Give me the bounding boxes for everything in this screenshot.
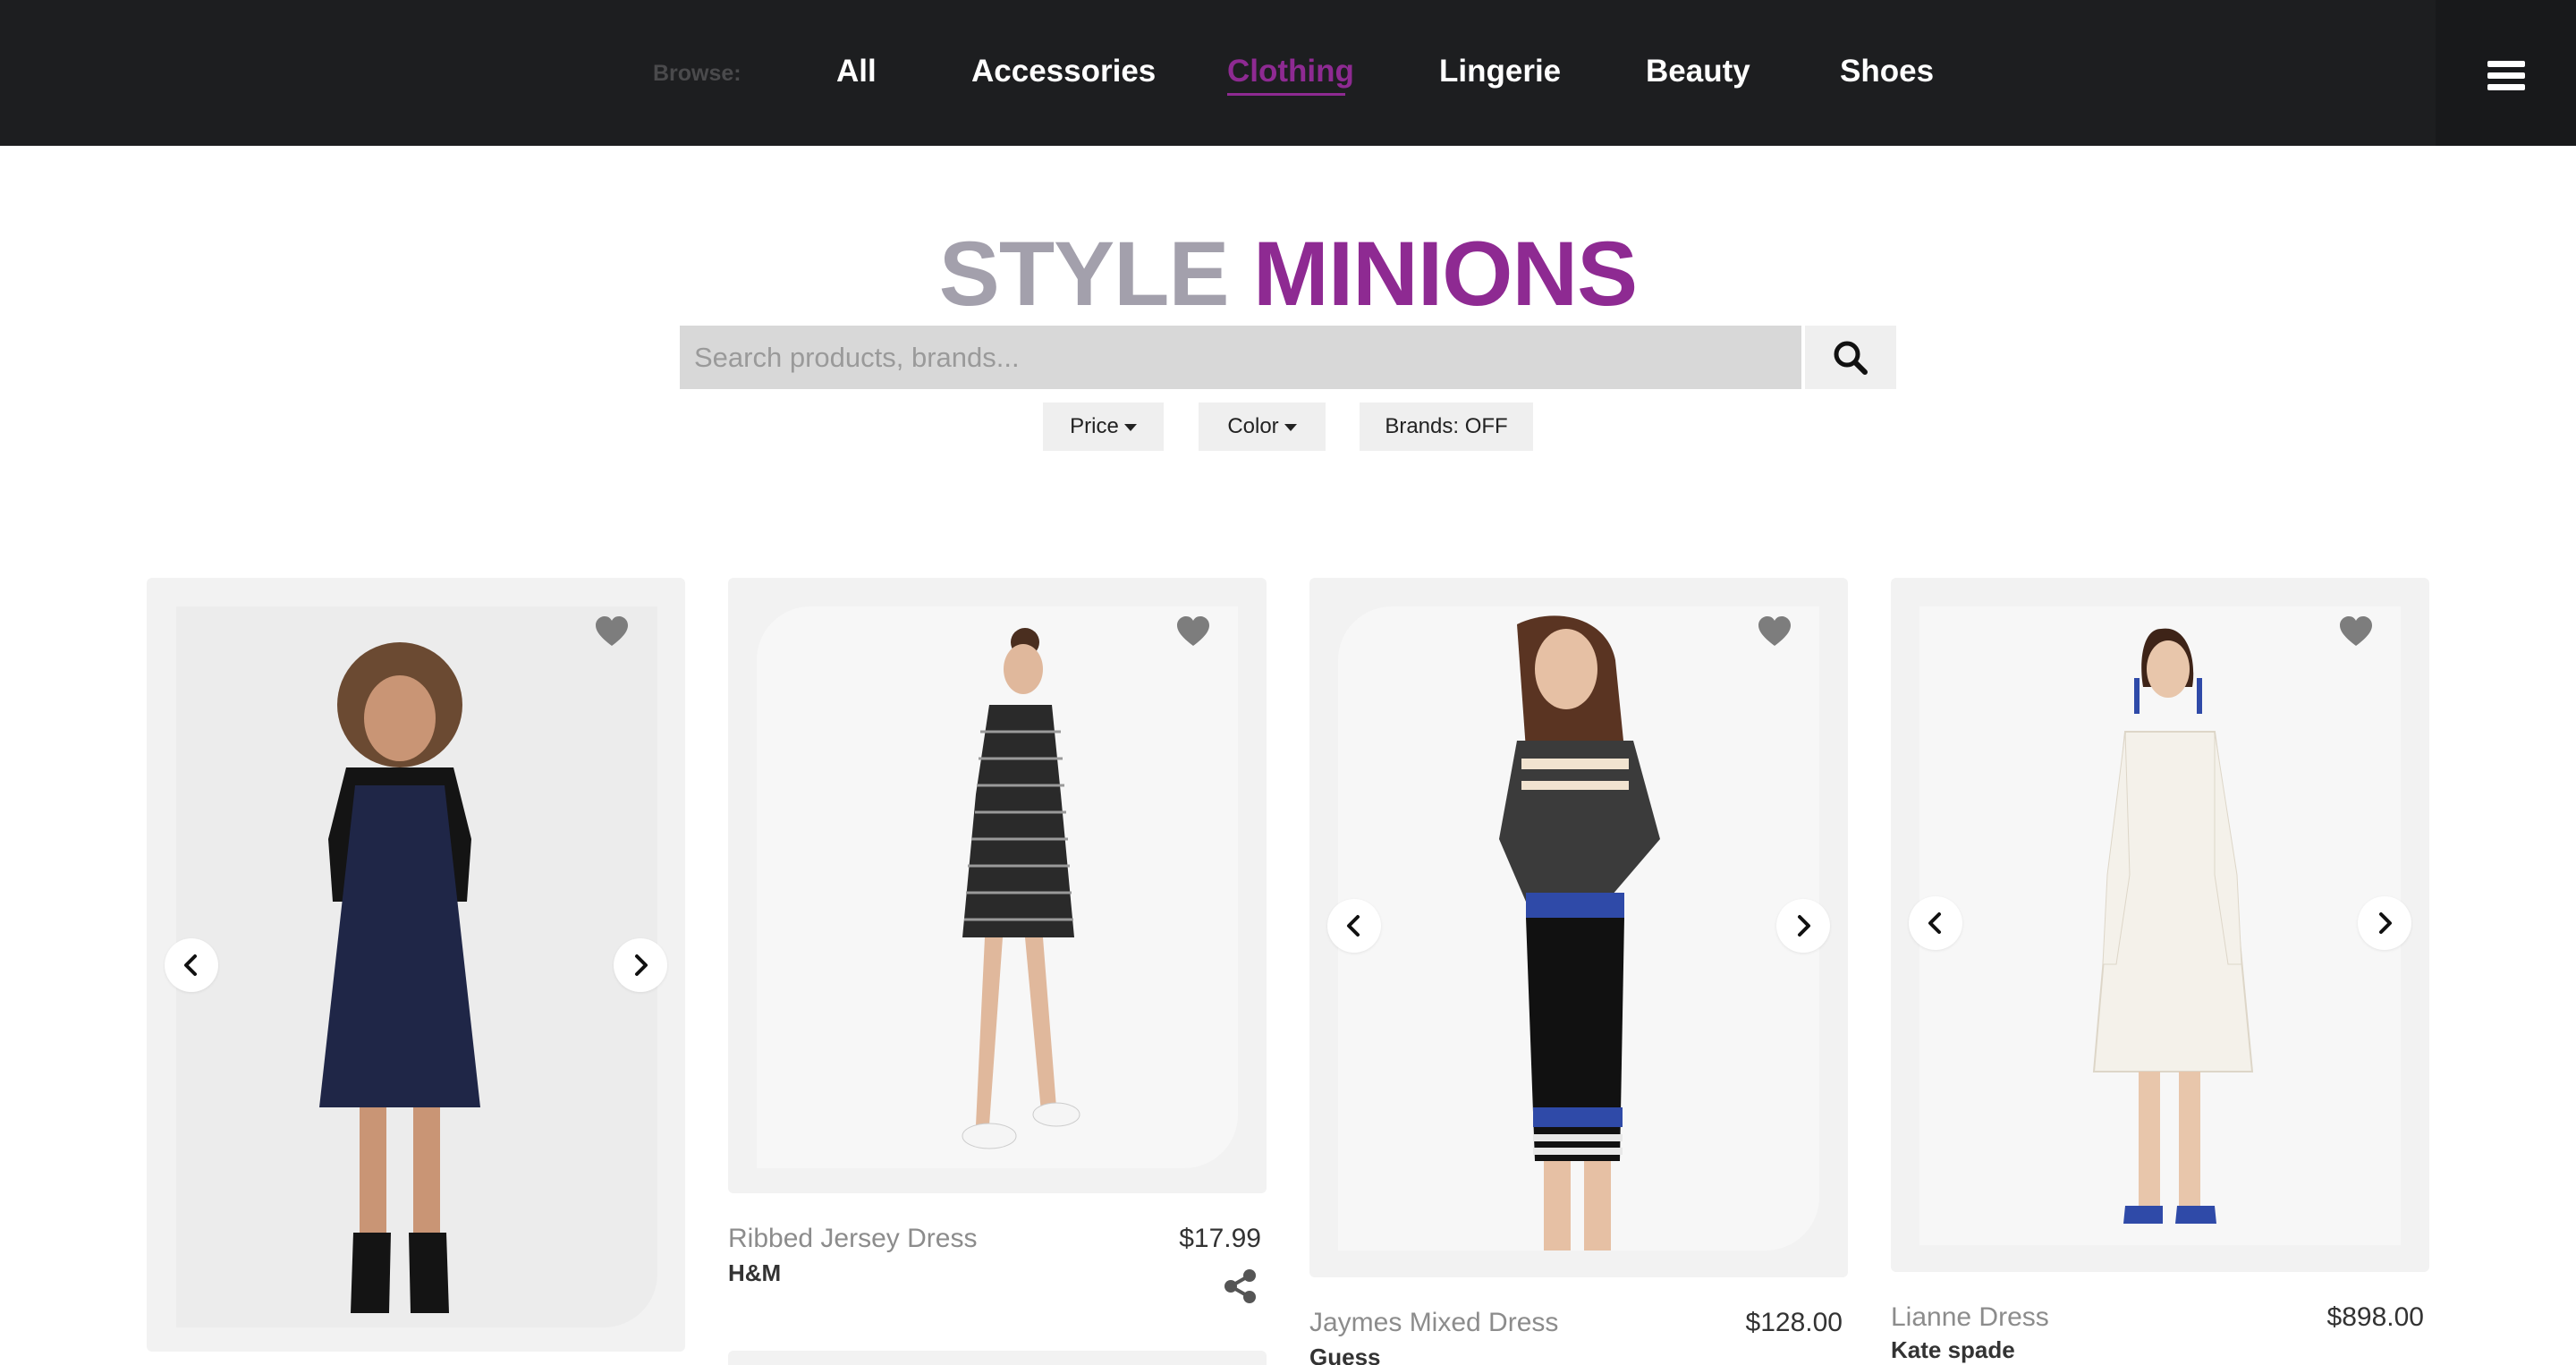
model-figure-image — [1499, 615, 1660, 1251]
chevron-right-icon — [627, 952, 654, 979]
product-image[interactable] — [176, 606, 657, 1327]
prev-image-button[interactable] — [1909, 896, 1962, 950]
favorite-heart-icon[interactable] — [1175, 615, 1211, 648]
favorite-heart-icon[interactable] — [2338, 615, 2374, 648]
product-name[interactable]: Jaymes Mixed Dress — [1309, 1308, 1558, 1338]
nav-link-accessories[interactable]: Accessories — [971, 54, 1156, 89]
product-name[interactable]: Lianne Dress — [1891, 1302, 2049, 1333]
hamburger-menu-icon[interactable] — [2436, 0, 2576, 146]
site-logo[interactable]: STYLE MINIONS — [0, 222, 2576, 326]
brands-toggle-button[interactable]: Brands: OFF — [1360, 403, 1533, 451]
product-image[interactable] — [1919, 606, 2401, 1245]
product-image[interactable] — [757, 606, 1238, 1168]
next-image-button[interactable] — [2358, 896, 2411, 950]
product-card[interactable] — [1309, 578, 1848, 1277]
prev-image-button[interactable] — [1327, 899, 1381, 953]
product-brand: Guess — [1309, 1344, 1381, 1365]
nav-link-all[interactable]: All — [836, 54, 877, 89]
active-nav-underline — [1227, 93, 1345, 96]
product-price: $898.00 — [2326, 1302, 2424, 1332]
product-price: $128.00 — [1745, 1308, 1843, 1337]
nav-link-shoes[interactable]: Shoes — [1840, 54, 1934, 89]
chevron-right-icon — [1790, 912, 1817, 939]
nav-link-lingerie[interactable]: Lingerie — [1439, 54, 1561, 89]
logo-word-style: STYLE — [938, 223, 1230, 325]
search-input[interactable] — [680, 326, 1801, 389]
next-image-button[interactable] — [614, 938, 667, 992]
color-filter-label: Color — [1227, 414, 1279, 438]
product-brand: H&M — [728, 1259, 782, 1286]
chevron-left-icon — [1341, 912, 1368, 939]
model-figure-image — [2092, 628, 2254, 1224]
product-name[interactable]: Ribbed Jersey Dress — [728, 1224, 977, 1254]
chevron-left-icon — [1922, 910, 1949, 937]
caret-down-icon — [1123, 424, 1137, 431]
next-image-button[interactable] — [1776, 899, 1830, 953]
next-row-card — [728, 1351, 1267, 1365]
chevron-left-icon — [178, 952, 205, 979]
share-icon[interactable] — [1223, 1268, 1258, 1304]
top-nav-bar: Browse: All Accessories Clothing Lingeri… — [0, 0, 2576, 146]
product-image[interactable] — [1338, 606, 1819, 1251]
color-filter-button[interactable]: Color — [1199, 403, 1326, 451]
nav-link-beauty[interactable]: Beauty — [1646, 54, 1750, 89]
price-filter-button[interactable]: Price — [1043, 403, 1164, 451]
model-figure-image — [962, 628, 1080, 1149]
chevron-right-icon — [2371, 910, 2398, 937]
prev-image-button[interactable] — [165, 938, 218, 992]
product-card[interactable] — [728, 578, 1267, 1193]
favorite-heart-icon[interactable] — [594, 615, 630, 648]
brands-toggle-label: Brands: OFF — [1385, 414, 1508, 438]
nav-link-clothing[interactable]: Clothing — [1227, 54, 1354, 89]
search-button[interactable] — [1805, 326, 1896, 389]
product-card[interactable] — [1891, 578, 2429, 1272]
logo-word-minions: MINIONS — [1252, 223, 1638, 325]
search-icon — [1834, 341, 1868, 375]
model-figure-image — [319, 642, 480, 1313]
product-price: $17.99 — [1179, 1224, 1261, 1253]
product-card[interactable] — [147, 578, 685, 1352]
caret-down-icon — [1284, 424, 1297, 431]
price-filter-label: Price — [1070, 414, 1119, 438]
favorite-heart-icon[interactable] — [1757, 615, 1792, 648]
product-brand: Kate spade — [1891, 1336, 2015, 1363]
browse-label: Browse: — [653, 61, 741, 86]
